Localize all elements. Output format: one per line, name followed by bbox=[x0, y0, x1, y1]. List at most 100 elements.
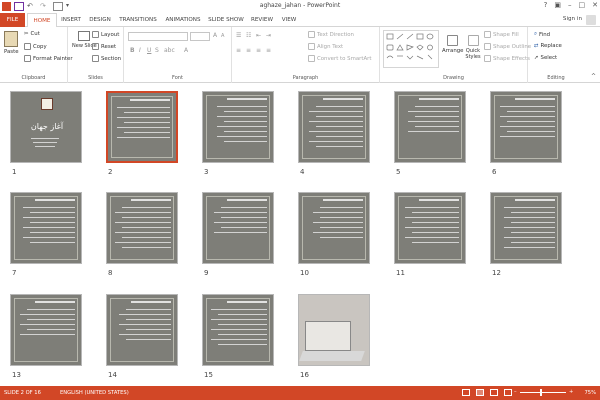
text-line bbox=[221, 227, 267, 228]
tab-transitions[interactable]: TRANSITIONS bbox=[116, 13, 160, 27]
align-text-button[interactable]: Align Text bbox=[308, 43, 343, 50]
text-line bbox=[126, 309, 171, 310]
slide-title-line bbox=[35, 199, 75, 201]
convert-smartart-button[interactable]: Convert to SmartArt bbox=[308, 55, 371, 62]
format-painter-button[interactable]: Format Painter bbox=[24, 55, 73, 62]
tab-slide-show[interactable]: SLIDE SHOW bbox=[206, 13, 246, 27]
slide-thumbnail[interactable] bbox=[394, 192, 466, 264]
bold-icon[interactable]: B bbox=[130, 47, 135, 54]
slideshow-view-icon[interactable] bbox=[504, 389, 512, 396]
slide-thumbnail[interactable] bbox=[106, 192, 178, 264]
user-avatar-icon[interactable] bbox=[586, 15, 596, 25]
help-icon[interactable]: ? bbox=[544, 1, 548, 9]
tab-insert[interactable]: INSERT bbox=[58, 13, 84, 27]
cut-button[interactable]: ✂ Cut bbox=[24, 31, 40, 37]
font-name-combo[interactable] bbox=[128, 32, 188, 41]
shapes-gallery[interactable] bbox=[383, 30, 439, 68]
text-line bbox=[122, 227, 171, 228]
collapse-ribbon-icon[interactable]: ^ bbox=[591, 73, 596, 80]
slide-title-line bbox=[227, 199, 267, 201]
tab-home[interactable]: HOME bbox=[27, 13, 57, 28]
section-button[interactable]: Section bbox=[92, 55, 121, 62]
text-line bbox=[214, 212, 267, 213]
close-icon[interactable]: ✕ bbox=[592, 1, 598, 9]
sorter-view-icon[interactable] bbox=[476, 389, 484, 396]
copy-button[interactable]: Copy bbox=[24, 43, 47, 50]
zoom-level[interactable]: 75% bbox=[584, 390, 596, 396]
slide-number: 4 bbox=[300, 168, 305, 176]
layout-button[interactable]: Layout bbox=[92, 31, 119, 38]
decrease-font-icon[interactable]: A bbox=[221, 33, 224, 39]
tab-animations[interactable]: ANIMATIONS bbox=[162, 13, 204, 27]
decrease-indent-icon[interactable]: ⇤ bbox=[256, 32, 261, 39]
zoom-out-icon[interactable]: – bbox=[514, 389, 517, 395]
text-line bbox=[408, 131, 459, 132]
sign-in-link[interactable]: Sign in bbox=[563, 16, 582, 22]
bullets-icon[interactable]: ☰ bbox=[236, 32, 241, 39]
language-indicator[interactable]: ENGLISH (UNITED STATES) bbox=[60, 390, 129, 396]
shape-outline-button[interactable]: Shape Outline bbox=[484, 43, 531, 50]
laptop-keyboard bbox=[299, 351, 365, 361]
slide-thumbnail[interactable] bbox=[298, 192, 370, 264]
shadow-icon[interactable]: S bbox=[155, 47, 159, 54]
text-line bbox=[405, 227, 459, 228]
select-button[interactable]: ➚ Select bbox=[534, 55, 557, 61]
shape-effects-button[interactable]: Shape Effects bbox=[484, 55, 530, 62]
slide-thumbnail[interactable] bbox=[394, 91, 466, 163]
text-line bbox=[504, 237, 555, 238]
zoom-in-icon[interactable]: + bbox=[569, 389, 573, 395]
arrange-button[interactable]: Arrange bbox=[442, 35, 463, 54]
font-color-icon[interactable]: A bbox=[184, 47, 188, 54]
ribbon-display-icon[interactable]: ▣ bbox=[554, 1, 561, 9]
replace-button[interactable]: ⇄ Replace bbox=[534, 43, 562, 49]
text-line bbox=[23, 207, 75, 208]
slide-thumbnail[interactable]: آغاز جهان bbox=[10, 91, 82, 163]
slide-number: 16 bbox=[300, 371, 309, 379]
slide-thumbnail[interactable] bbox=[202, 91, 274, 163]
text-line bbox=[31, 138, 59, 139]
slide-thumbnail[interactable] bbox=[298, 294, 370, 366]
text-line bbox=[500, 116, 555, 117]
zoom-slider-thumb[interactable] bbox=[540, 389, 542, 396]
increase-font-icon[interactable]: A bbox=[213, 32, 217, 39]
reading-view-icon[interactable] bbox=[490, 389, 498, 396]
slide-thumbnail[interactable] bbox=[490, 91, 562, 163]
text-line bbox=[218, 334, 267, 335]
align-center-icon[interactable]: ≡ bbox=[246, 47, 251, 54]
tab-view[interactable]: VIEW bbox=[278, 13, 300, 27]
text-line bbox=[511, 242, 555, 243]
numbering-icon[interactable]: ☷ bbox=[246, 32, 251, 39]
maximize-icon[interactable]: □ bbox=[579, 1, 586, 9]
normal-view-icon[interactable] bbox=[462, 389, 470, 396]
font-size-combo[interactable] bbox=[190, 32, 210, 41]
text-line bbox=[218, 324, 267, 325]
slide-thumbnail[interactable] bbox=[106, 91, 178, 163]
paste-button[interactable]: Paste bbox=[4, 31, 19, 55]
find-button[interactable]: ⌕ Find bbox=[534, 31, 550, 38]
tab-design[interactable]: DESIGN bbox=[86, 13, 114, 27]
slide-thumbnail[interactable] bbox=[202, 294, 274, 366]
strikethrough-icon[interactable]: abc bbox=[164, 47, 175, 54]
tab-file[interactable]: FILE bbox=[0, 13, 25, 27]
italic-icon[interactable]: I bbox=[139, 47, 141, 54]
tab-review[interactable]: REVIEW bbox=[248, 13, 276, 27]
shape-fill-button[interactable]: Shape Fill bbox=[484, 31, 519, 38]
quick-styles-button[interactable]: Quick Styles bbox=[464, 35, 482, 60]
slides-group: New Slide Layout Reset Section Slides bbox=[68, 27, 124, 83]
minimize-icon[interactable]: – bbox=[568, 1, 572, 9]
underline-icon[interactable]: U bbox=[147, 47, 151, 54]
increase-indent-icon[interactable]: ⇥ bbox=[266, 32, 271, 39]
align-left-icon[interactable]: ≡ bbox=[236, 47, 241, 54]
justify-icon[interactable]: ≡ bbox=[266, 47, 271, 54]
slide-thumbnail[interactable] bbox=[10, 192, 82, 264]
slide-thumbnail[interactable] bbox=[10, 294, 82, 366]
zoom-slider[interactable] bbox=[520, 392, 566, 393]
slide-thumbnail[interactable] bbox=[202, 192, 274, 264]
reset-button[interactable]: Reset bbox=[92, 43, 116, 50]
text-line bbox=[217, 116, 267, 117]
slide-thumbnail[interactable] bbox=[490, 192, 562, 264]
align-right-icon[interactable]: ≡ bbox=[256, 47, 261, 54]
slide-thumbnail[interactable] bbox=[298, 91, 370, 163]
text-direction-button[interactable]: Text Direction bbox=[308, 31, 354, 38]
slide-thumbnail[interactable] bbox=[106, 294, 178, 366]
